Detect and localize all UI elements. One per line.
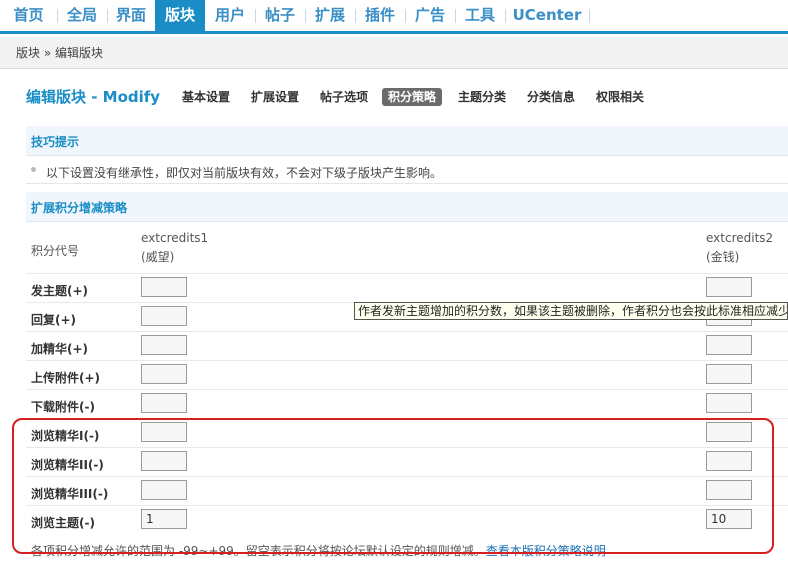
column-code: extcredits2 <box>706 231 774 245</box>
top-nav: 首页 全局 界面 版块 用户 帖子 扩展 插件 广告 工具 UCenter <box>0 0 788 34</box>
nav-separator <box>589 9 590 23</box>
tab-thread-types[interactable]: 主题分类 <box>458 88 506 106</box>
nav-item-extend[interactable]: 扩展 <box>305 0 355 31</box>
nav-item-global[interactable]: 全局 <box>57 0 107 31</box>
row-label: 浏览精华III(-) <box>31 487 109 501</box>
tab-credit-strategy[interactable]: 积分策略 <box>382 88 443 106</box>
strategy-header-label: 扩展积分增减策略 <box>31 201 128 215</box>
row-label: 加精华(+) <box>31 342 89 356</box>
tips-header: 技巧提示 <box>26 126 788 156</box>
column-header-extcredits2: extcredits2 (金钱) <box>706 229 773 267</box>
tab-category-info[interactable]: 分类信息 <box>527 88 575 106</box>
tip-item: 以下设置没有继承性，即仅对当前版块有效，不会对下级子版块产生影响。 <box>26 158 788 184</box>
credit1-input[interactable] <box>141 509 187 529</box>
row-label: 回复(+) <box>31 313 77 327</box>
tab-post-options[interactable]: 帖子选项 <box>320 88 368 106</box>
credit1-input[interactable] <box>141 393 187 413</box>
footnote: 各项积分增减允许的范围为 -99~+99。留空表示积分将按论坛默认设定的规则增减… <box>31 542 606 559</box>
nav-item-plugins[interactable]: 插件 <box>355 0 405 31</box>
nav-item-home[interactable]: 首页 <box>0 0 57 31</box>
tooltip: 作者发新主题增加的积分数，如果该主题被删除，作者积分也会按此标准相应减少 <box>354 302 788 320</box>
strategy-header: 扩展积分增减策略 <box>26 192 788 222</box>
tab-extended-settings[interactable]: 扩展设置 <box>251 88 299 106</box>
column-header-extcredits1: extcredits1 (威望) <box>141 229 208 267</box>
credit2-input[interactable] <box>706 364 752 384</box>
nav-item-tools[interactable]: 工具 <box>455 0 505 31</box>
tips-header-label: 技巧提示 <box>31 135 80 149</box>
column-code: extcredits1 <box>141 231 209 245</box>
footnote-text: 各项积分增减允许的范围为 -99~+99。留空表示积分将按论坛默认设定的规则增减… <box>31 544 486 558</box>
row-label: 下载附件(-) <box>31 400 95 414</box>
strategy-help-link[interactable]: 查看本版积分策略说明 <box>486 544 606 558</box>
credit2-input[interactable] <box>706 422 752 442</box>
credit-code-label: 积分代号 <box>31 244 80 258</box>
nav-item-ads[interactable]: 广告 <box>405 0 455 31</box>
nav-item-forums[interactable]: 版块 <box>155 0 205 31</box>
credit2-input[interactable] <box>706 451 752 471</box>
nav-item-style[interactable]: 界面 <box>107 0 155 31</box>
credit2-input[interactable] <box>706 277 752 297</box>
nav-item-users[interactable]: 用户 <box>205 0 255 31</box>
tab-basic-settings[interactable]: 基本设置 <box>182 88 230 106</box>
bullet-icon <box>31 167 36 172</box>
credit2-input[interactable] <box>706 480 752 500</box>
credit1-input[interactable] <box>141 451 187 471</box>
page-title: 编辑版块 - Modify <box>26 88 161 106</box>
tip-text: 以下设置没有继承性，即仅对当前版块有效，不会对下级子版块产生影响。 <box>46 166 443 180</box>
credit1-input[interactable] <box>141 422 187 442</box>
column-name: (金钱) <box>706 250 740 264</box>
row-label: 浏览精华I(-) <box>31 429 100 443</box>
nav-item-ucenter[interactable]: UCenter <box>505 0 589 31</box>
credit2-input[interactable] <box>706 393 752 413</box>
credit1-input[interactable] <box>141 480 187 500</box>
row-label: 浏览精华II(-) <box>31 458 104 472</box>
credit2-input[interactable] <box>706 509 752 529</box>
credit1-input[interactable] <box>141 364 187 384</box>
row-label: 发主题(+) <box>31 284 89 298</box>
breadcrumb: 版块 » 编辑版块 <box>0 37 788 69</box>
credit1-input[interactable] <box>141 306 187 326</box>
credit2-input[interactable] <box>706 335 752 355</box>
column-name: (威望) <box>141 250 175 264</box>
row-label: 上传附件(+) <box>31 371 101 385</box>
tab-permissions[interactable]: 权限相关 <box>596 88 644 106</box>
credit1-input[interactable] <box>141 277 187 297</box>
nav-item-threads[interactable]: 帖子 <box>255 0 305 31</box>
row-label: 浏览主题(-) <box>31 516 95 530</box>
credit1-input[interactable] <box>141 335 187 355</box>
